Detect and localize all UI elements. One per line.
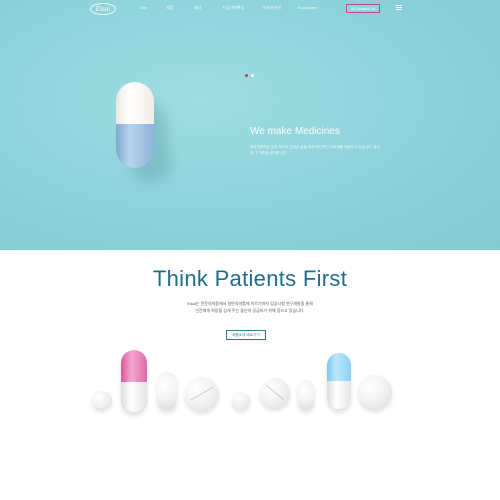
- pill-round-small: [92, 391, 112, 409]
- pill-round-large: [185, 377, 219, 411]
- pill-round-right: [358, 375, 392, 409]
- hamburger-icon[interactable]: [396, 5, 402, 11]
- nav-item-company[interactable]: 회사: [194, 5, 201, 11]
- hero-capsule-image: [116, 82, 154, 168]
- pill-round-tiny: [232, 392, 250, 409]
- nav-item-pipeline[interactable]: 파이프라인: [263, 5, 281, 11]
- nav-item-products[interactable]: 제품: [166, 5, 173, 11]
- products-link-button[interactable]: 제품소개 바로가기: [226, 330, 266, 340]
- nav-item-site[interactable]: Site: [140, 5, 147, 10]
- top-navigation: Eisai Site 제품 회사 기업사회책임 파이프라인 Ecosystem …: [0, 0, 500, 18]
- section-description-line1: Eisai는 전문의약품에서 일반의약품에 이르기까지 임상시험 연구개발을 통…: [187, 301, 313, 306]
- pill-capsule-pink: [121, 350, 147, 412]
- pill-capsule-blue: [327, 353, 351, 409]
- mail-icon: ✉: [351, 6, 355, 11]
- pill-oblong: [157, 372, 177, 410]
- logo[interactable]: Eisai: [90, 3, 116, 15]
- slider-pagination: [245, 74, 254, 77]
- contact-us-label: Contact Us: [355, 6, 376, 11]
- pill-oblong-small: [298, 380, 314, 410]
- logo-text: Eisai: [95, 5, 111, 13]
- nav-item-csr[interactable]: 기업사회책임: [222, 5, 244, 11]
- section-title: Think Patients First: [152, 266, 348, 291]
- hero-title: We make Medicines: [250, 126, 340, 137]
- pill-round-medium: [260, 378, 290, 408]
- section-description: Eisai는 전문의약품에서 일반의약품에 이르기까지 임상시험 연구개발을 통…: [0, 300, 500, 314]
- section-description-line2: 인간에게 희망을 심게 주는 좋은약 공급하기 위해 힘쓰고 있습니다.: [195, 308, 305, 313]
- hero-banner: Eisai Site 제품 회사 기업사회책임 파이프라인 Ecosystem …: [0, 0, 500, 250]
- nav-item-ecosystem[interactable]: Ecosystem: [298, 5, 318, 10]
- slide-dot-2[interactable]: [251, 74, 254, 77]
- hero-description: 에자이제약은 우리 모두의 건강한 삶을 위해 혁신적인 치료제를 개발하고 있…: [250, 145, 381, 155]
- slide-dot-1[interactable]: [245, 74, 248, 77]
- contact-us-button[interactable]: ✉ Contact Us: [346, 4, 381, 13]
